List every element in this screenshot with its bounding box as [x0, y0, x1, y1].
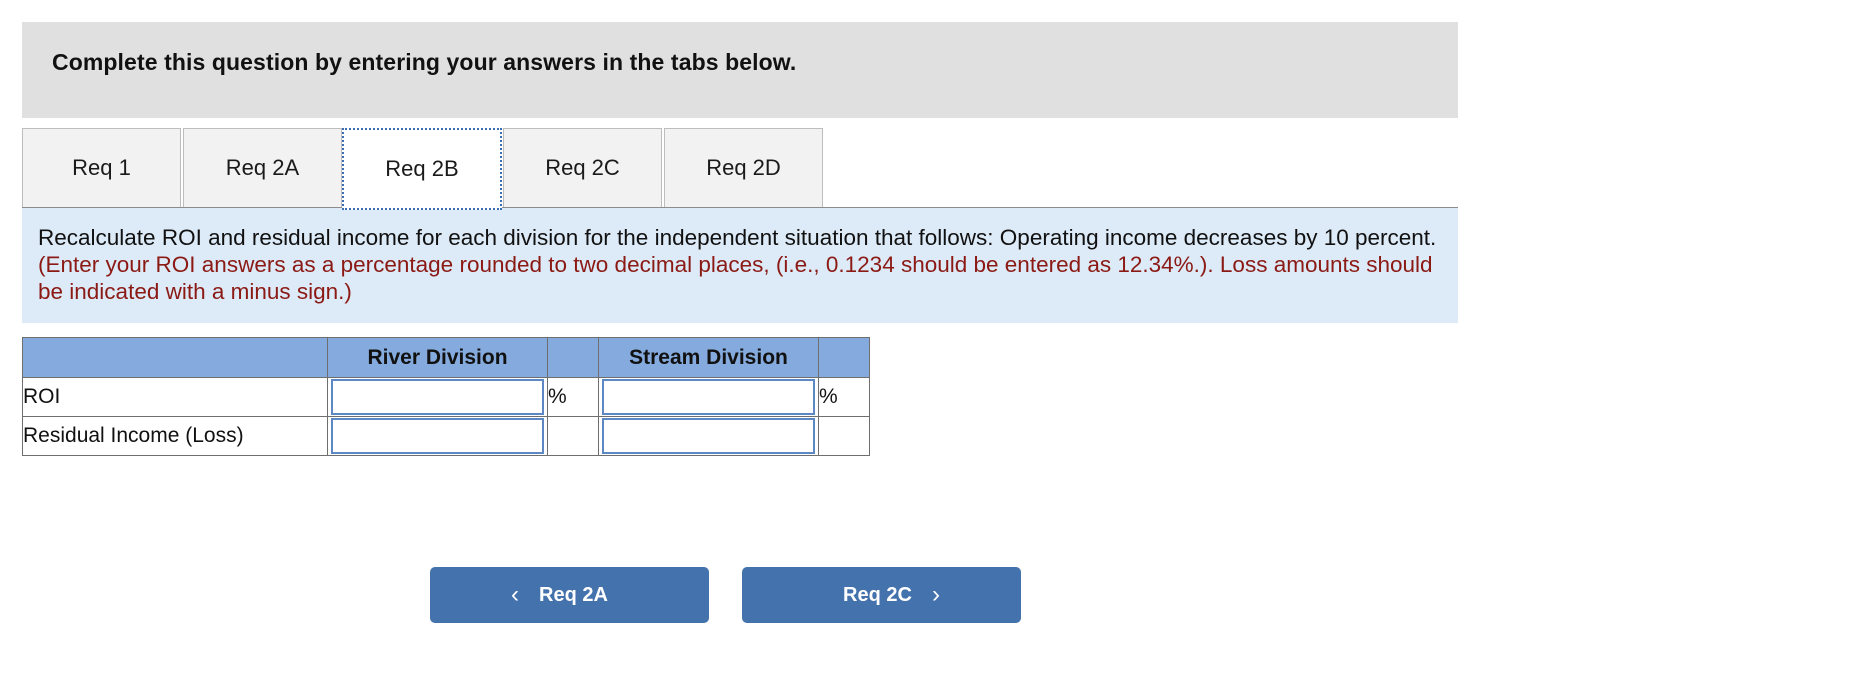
next-req-label: Req 2C [843, 583, 912, 606]
next-req-button[interactable]: Req 2C › [742, 567, 1021, 623]
instruction-text: Recalculate ROI and residual income for … [38, 224, 1442, 305]
instruction-hint: (Enter your ROI answers as a percentage … [38, 252, 1433, 304]
tab-label: Req 2B [385, 156, 459, 181]
cell-residual-river [327, 416, 548, 456]
unit-residual-river [547, 416, 599, 456]
prev-req-button[interactable]: ‹ Req 2A [430, 567, 709, 623]
answer-table: River Division Stream Division ROI % % R… [22, 337, 870, 456]
table-row: ROI % % [22, 377, 870, 417]
tab-req-2a[interactable]: Req 2A [183, 128, 342, 207]
header-cell-stream-division: Stream Division [598, 337, 819, 378]
unit-roi-stream: % [818, 377, 870, 417]
tab-req-1[interactable]: Req 1 [22, 128, 181, 207]
header-cell-stream-unit [818, 337, 870, 378]
header-cell-blank [22, 337, 328, 378]
tab-label: Req 2D [706, 155, 781, 180]
table-header-row: River Division Stream Division [22, 337, 870, 378]
tab-label: Req 2A [225, 155, 300, 180]
residual-stream-input[interactable] [602, 418, 815, 454]
tab-label: Req 2C [545, 155, 620, 180]
cell-residual-stream [598, 416, 819, 456]
row-label-residual-income: Residual Income (Loss) [22, 416, 328, 456]
header-cell-river-unit [547, 337, 599, 378]
unit-roi-river: % [547, 377, 599, 417]
chevron-right-icon: › [931, 581, 940, 608]
chevron-left-icon: ‹ [511, 581, 520, 608]
unit-residual-stream [818, 416, 870, 456]
roi-river-input[interactable] [331, 379, 544, 415]
instruction-main: Recalculate ROI and residual income for … [38, 225, 1437, 250]
residual-river-input[interactable] [331, 418, 544, 454]
cell-roi-river [327, 377, 548, 417]
table-row: Residual Income (Loss) [22, 416, 870, 456]
tab-req-2c[interactable]: Req 2C [503, 128, 662, 207]
header-banner-text: Complete this question by entering your … [52, 49, 797, 75]
tab-req-2b[interactable]: Req 2B [342, 128, 502, 210]
tab-label: Req 1 [72, 155, 131, 180]
row-label-roi: ROI [22, 377, 328, 417]
tab-req-2d[interactable]: Req 2D [664, 128, 823, 207]
question-page: Complete this question by entering your … [0, 0, 1858, 688]
header-cell-river-division: River Division [327, 337, 548, 378]
tab-strip: Req 1 Req 2A Req 2B Req 2C Req 2D [22, 128, 1458, 210]
prev-req-label: Req 2A [539, 583, 608, 606]
instruction-panel: Recalculate ROI and residual income for … [22, 208, 1458, 323]
roi-stream-input[interactable] [602, 379, 815, 415]
cell-roi-stream [598, 377, 819, 417]
header-banner: Complete this question by entering your … [22, 22, 1458, 118]
